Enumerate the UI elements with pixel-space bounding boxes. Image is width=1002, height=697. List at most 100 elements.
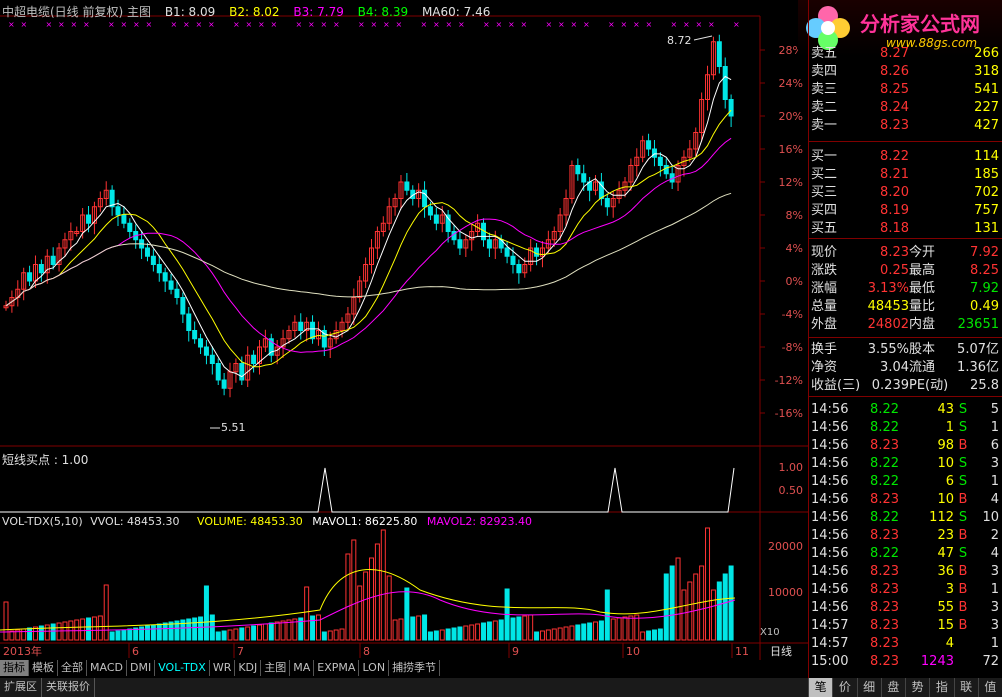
separator — [809, 396, 1002, 397]
side-tab-1[interactable]: 价 — [832, 678, 856, 697]
quote-cell: 8.25 — [880, 82, 909, 97]
quote-cell: 买四 — [811, 203, 838, 218]
volume-bar — [44, 624, 50, 641]
bid-row: 买三 8.20 702 — [809, 184, 1002, 202]
fund-row: 净资 3.04 流通 1.36亿 — [809, 359, 1002, 377]
quote-cell: 卖五 — [811, 46, 838, 61]
tick-row: 14:56 8.22 1 S 1 — [809, 419, 1002, 437]
fund-row: 收益(三) 0.239 PE(动) 25.8 — [809, 377, 1002, 395]
quote-cell: 3 — [990, 564, 999, 579]
quote-cell: 3.04 — [880, 360, 909, 375]
side-tab-2[interactable]: 细 — [856, 678, 881, 697]
quote-cell: 8.23 — [880, 245, 909, 260]
quote-cell: 14:56 — [811, 528, 849, 543]
signal-x-mark: × — [496, 20, 503, 29]
candle-body — [604, 198, 610, 208]
x-axis-month: 10 — [626, 645, 640, 658]
volume-bar — [510, 617, 516, 641]
candle-body — [144, 247, 150, 257]
side-tab-5[interactable]: 指 — [929, 678, 953, 697]
quote-cell: 131 — [974, 221, 999, 236]
quote-cell: 8.25 — [970, 263, 999, 278]
quote-cell: 8.23 — [870, 564, 899, 579]
volume-bar — [168, 621, 174, 641]
tab-主图[interactable]: 主图 — [261, 660, 291, 676]
tab-全部[interactable]: 全部 — [58, 660, 87, 676]
quote-row: 涨跌 0.25 最高 8.25 — [809, 262, 1002, 280]
tab-EXPMA[interactable]: EXPMA — [314, 660, 360, 676]
volume-bar — [321, 631, 327, 641]
tick-row: 14:57 8.23 4 1 — [809, 635, 1002, 653]
candle-body — [298, 321, 304, 331]
quote-cell: 14:56 — [811, 600, 849, 615]
quote-cell: 8.22 — [880, 149, 909, 164]
side-tab-4[interactable]: 势 — [905, 678, 929, 697]
side-tab-3[interactable]: 盘 — [880, 678, 905, 697]
volume-label: VOLUME: 48453.30 — [197, 515, 303, 528]
candle-body — [516, 264, 522, 274]
volume-bar — [545, 629, 551, 641]
signal-x-mark: × — [396, 20, 403, 29]
tab-related-quotes[interactable]: 关联报价 — [42, 678, 95, 697]
signal-x-mark: × — [233, 20, 240, 29]
candle-body — [657, 156, 663, 166]
candle-body — [445, 214, 451, 232]
volume-bar — [598, 620, 604, 641]
tab-extension[interactable]: 扩展区 — [0, 678, 42, 697]
volume-bar — [74, 619, 80, 641]
quote-cell: 98 — [937, 438, 954, 453]
candle-body — [186, 313, 192, 331]
candle-body — [174, 288, 180, 298]
low-price-label: 5.51 — [221, 421, 246, 434]
candle-body — [215, 363, 221, 381]
volume-bar — [410, 616, 416, 641]
x-axis-period: 日线 — [770, 644, 792, 658]
candle-body — [716, 41, 722, 67]
tab-指标[interactable]: 指标 — [0, 660, 29, 676]
tab-LON[interactable]: LON — [359, 660, 390, 676]
tab-DMI[interactable]: DMI — [126, 660, 156, 676]
quote-row: 现价 8.23 今开 7.92 — [809, 244, 1002, 262]
vol-axis-label: 10000 — [768, 586, 803, 599]
ask-row: 卖五 8.27 266 — [809, 45, 1002, 63]
candle-body — [50, 255, 56, 265]
quote-cell: 涨跌 — [811, 263, 838, 278]
volume-bar — [333, 629, 339, 641]
candle-body — [150, 255, 156, 265]
signal-x-mark: × — [246, 20, 253, 29]
side-tab-7[interactable]: 值 — [977, 678, 1002, 697]
volume-bar — [528, 614, 534, 641]
quote-row: 涨幅 3.13% 最低 7.92 — [809, 280, 1002, 298]
ma5-line — [5, 75, 732, 378]
quote-row: 总量 48453 量比 0.49 — [809, 298, 1002, 316]
side-tab-6[interactable]: 联 — [953, 678, 978, 697]
quote-cell: 3 — [990, 618, 999, 633]
tab-KDJ[interactable]: KDJ — [235, 660, 262, 676]
signal-x-mark: × — [696, 20, 703, 29]
quote-cell: 8.23 — [870, 618, 899, 633]
volume-bar — [315, 614, 321, 641]
tab-捕捞季节[interactable]: 捕捞季节 — [389, 660, 441, 676]
quote-cell: 卖一 — [811, 118, 838, 133]
mavol1-label: MAVOL1: 86225.80 — [312, 515, 418, 528]
tab-MA[interactable]: MA — [290, 660, 315, 676]
volume-bar — [587, 622, 593, 641]
quote-cell: 14:56 — [811, 564, 849, 579]
tab-模板[interactable]: 模板 — [29, 660, 58, 676]
tab-WR[interactable]: WR — [209, 660, 236, 676]
quote-cell: 10 — [937, 492, 954, 507]
candle-body — [486, 239, 492, 249]
quote-cell: B — [958, 492, 968, 507]
tab-MACD[interactable]: MACD — [87, 660, 127, 676]
tab-VOL-TDX[interactable]: VOL-TDX — [155, 660, 210, 676]
y-axis-label: 0% — [786, 275, 803, 288]
side-tab-0[interactable]: 笔 — [808, 678, 833, 697]
quote-cell: 8.22 — [870, 402, 899, 417]
volume-bar — [80, 618, 86, 641]
y-axis-label: 8% — [786, 209, 803, 222]
volume-bar — [581, 623, 587, 641]
candle-body — [534, 247, 540, 257]
volume-bar — [268, 622, 274, 641]
chart-canvas[interactable]: 28%24%20%16%12%8%4%0%-4%-8%-12%-16%1.000… — [0, 0, 808, 660]
volume-bar — [198, 616, 204, 641]
